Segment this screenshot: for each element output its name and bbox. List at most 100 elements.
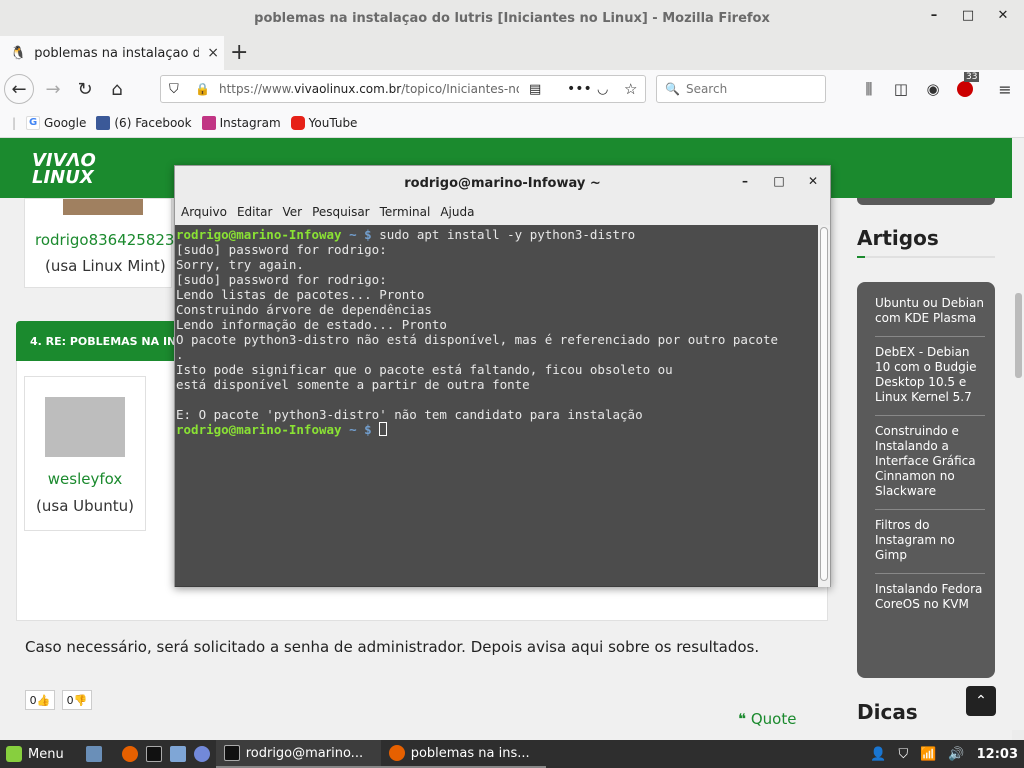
menu-pesquisar[interactable]: Pesquisar	[312, 205, 370, 219]
reader-view-icon[interactable]: ▤	[529, 82, 541, 97]
menu-terminal[interactable]: Terminal	[380, 205, 431, 219]
thumbs-down-icon: 👎	[73, 693, 88, 707]
penguin-icon: 🐧	[10, 45, 27, 61]
back-button[interactable]: ←	[4, 74, 34, 104]
taskbar-window-firefox[interactable]: poblemas na ins...	[380, 740, 546, 768]
adblock-icon[interactable]: 33	[952, 72, 980, 101]
terminal-minimize-button[interactable]: –	[735, 174, 755, 188]
clock[interactable]: 12:03	[977, 747, 1018, 762]
menu-ver[interactable]: Ver	[282, 205, 302, 219]
bookmark-star-icon[interactable]: ☆	[624, 80, 637, 98]
shield-tray-icon[interactable]: ⛉	[898, 747, 908, 762]
volume-icon[interactable]: 🔊	[948, 747, 964, 762]
tab-active[interactable]: 🐧 poblemas na instalaçao do lutris ×	[0, 36, 224, 70]
terminal-scrollbar[interactable]	[818, 225, 830, 587]
terminal-output[interactable]: rodrigo@marino-Infoway ~ $ sudo apt inst…	[175, 225, 818, 587]
pocket-icon[interactable]: ◡	[597, 82, 608, 97]
shield-icon: ⛉	[169, 81, 179, 97]
vote-up-button[interactable]: 0 👍	[25, 690, 55, 710]
google-icon: G	[26, 115, 41, 130]
article-link[interactable]: Construindo e Instalando a Interface Grá…	[875, 416, 985, 510]
url-bar[interactable]: ⛉ 🔒 https://www.vivaolinux.com.br/topico…	[160, 75, 646, 103]
facebook-icon	[96, 115, 111, 130]
bookmark-instagram[interactable]: Instagram	[201, 115, 281, 130]
bookmark-youtube[interactable]: YouTube	[290, 115, 357, 130]
adblock-count: 33	[964, 72, 980, 82]
start-menu-button[interactable]: Menu	[0, 740, 70, 768]
vote-down-button[interactable]: 0 👎	[62, 690, 92, 710]
terminal-line: .	[176, 347, 184, 362]
close-window-button[interactable]: ✕	[993, 8, 1013, 23]
terminal-line: [sudo] password for rodrigo:	[176, 242, 387, 257]
terminal-prompt-line: rodrigo@marino-Infoway ~ $	[176, 422, 817, 437]
navigation-toolbar: ← → ↻ ⌂ ⛉ 🔒 https://www.vivaolinux.com.b…	[0, 70, 1024, 108]
user-card-2: wesleyfox (usa Ubuntu)	[24, 376, 146, 531]
minimize-button[interactable]: –	[924, 8, 944, 23]
quote-button[interactable]: ❝ Quote	[738, 710, 796, 728]
terminal-command-line: rodrigo@marino-Infoway ~ $ sudo apt inst…	[176, 227, 636, 242]
sidebar-icon[interactable]: ◫	[888, 77, 914, 101]
lock-icon: 🔒	[195, 82, 210, 96]
article-link[interactable]: Instalando Fedora CoreOS no KVM	[875, 574, 985, 622]
user-card-1: rodrigo836425823 (usa Linux Mint)	[24, 198, 174, 288]
firefox-launcher-icon[interactable]	[121, 746, 138, 762]
new-tab-button[interactable]: +	[230, 40, 248, 65]
bookmark-google[interactable]: G Google	[26, 115, 86, 130]
menu-arquivo[interactable]: Arquivo	[181, 205, 227, 219]
terminal-line: Construindo árvore de dependências	[176, 302, 432, 317]
taskbar: Menu rodrigo@marino... poblemas na ins..…	[0, 740, 1024, 768]
menu-ajuda[interactable]: Ajuda	[440, 205, 474, 219]
avatar-2	[45, 397, 125, 457]
article-list: Ubuntu ou Debian com KDE Plasma DebEX - …	[857, 282, 995, 678]
window-titlebar: poblemas na instalaçao do lutris [Inicia…	[0, 0, 1024, 36]
home-button[interactable]: ⌂	[104, 77, 130, 101]
discord-launcher-icon[interactable]	[193, 746, 210, 762]
show-desktop-icon[interactable]	[85, 746, 102, 762]
terminal-line: está disponível somente a partir de outr…	[176, 377, 530, 392]
account-icon[interactable]: ◉	[920, 77, 946, 101]
article-link[interactable]: Ubuntu ou Debian com KDE Plasma	[875, 288, 985, 337]
article-link[interactable]: Filtros do Instagram no Gimp	[875, 510, 985, 574]
site-logo[interactable]: VIVΛO LINUX	[32, 152, 96, 187]
terminal-menubar: Arquivo Editar Ver Pesquisar Terminal Aj…	[175, 200, 830, 224]
forward-button[interactable]: →	[40, 77, 66, 101]
reload-button[interactable]: ↻	[72, 77, 98, 101]
bookmark-facebook[interactable]: (6) Facebook	[96, 115, 192, 130]
close-tab-icon[interactable]: ×	[207, 45, 219, 61]
user1-distro: (usa Linux Mint)	[45, 257, 166, 275]
terminal-titlebar[interactable]: rodrigo@marino-Infoway ~ – □ ✕	[175, 166, 830, 200]
search-bar[interactable]: 🔍 Search	[656, 75, 826, 103]
scroll-to-top-button[interactable]: ⌃	[966, 686, 996, 716]
mint-logo-icon	[6, 746, 22, 762]
thumbs-up-icon: 👍	[36, 693, 51, 707]
library-icon[interactable]: ⫼	[856, 77, 882, 101]
terminal-launcher-icon[interactable]	[145, 746, 162, 762]
article-link[interactable]: DebEX - Debian 10 com o Budgie Desktop 1…	[875, 337, 985, 416]
instagram-icon	[201, 115, 216, 130]
more-actions-icon[interactable]: •••	[567, 81, 592, 97]
user1-name[interactable]: rodrigo836425823	[35, 231, 174, 249]
user-icon[interactable]: 👤	[870, 747, 886, 762]
page-scrollbar-horizontal[interactable]	[0, 730, 1012, 740]
terminal-close-button[interactable]: ✕	[803, 174, 823, 188]
menu-editar[interactable]: Editar	[237, 205, 273, 219]
maximize-button[interactable]: □	[958, 8, 978, 23]
dicas-title: Dicas	[857, 700, 918, 724]
avatar-1	[63, 199, 143, 215]
search-icon: 🔍	[665, 82, 680, 96]
sidebar-title: Artigos	[857, 226, 939, 250]
terminal-maximize-button[interactable]: □	[769, 174, 789, 188]
wifi-icon[interactable]: 📶	[920, 747, 936, 762]
terminal-cursor	[379, 422, 388, 436]
terminal-window[interactable]: rodrigo@marino-Infoway ~ – □ ✕ Arquivo E…	[174, 165, 831, 587]
terminal-title: rodrigo@marino-Infoway ~	[404, 175, 601, 191]
user2-name[interactable]: wesleyfox	[25, 470, 145, 488]
terminal-line: Isto pode significar que o pacote está f…	[176, 362, 673, 377]
page-scrollbar[interactable]	[1012, 138, 1024, 730]
terminal-line: O pacote python3-distro não está disponí…	[176, 332, 779, 347]
quote-icon: ❝	[738, 710, 747, 728]
taskbar-window-terminal[interactable]: rodrigo@marino...	[215, 740, 381, 768]
hamburger-menu-icon[interactable]: ≡	[992, 77, 1018, 101]
files-launcher-icon[interactable]	[169, 746, 186, 762]
youtube-icon	[290, 115, 305, 130]
